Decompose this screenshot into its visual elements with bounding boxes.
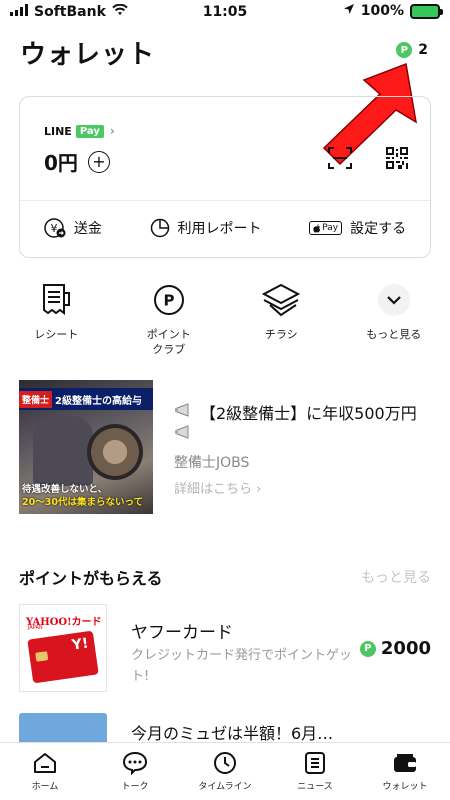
qr-code-icon[interactable] xyxy=(386,147,408,169)
balance-row: 0円 + xyxy=(44,147,110,176)
ad-banner[interactable]: 整備士 2級整備士の高給与 待遇改善しないと、 20～30代は集まらないって 【… xyxy=(19,380,439,520)
ad-sponsor: 整備士JOBS xyxy=(174,455,250,471)
points-section-header: ポイントがもらえる もっと見る xyxy=(19,565,431,588)
svg-text:¥: ¥ xyxy=(50,222,57,235)
offer-description: クレジットカード発行でポイントゲット! xyxy=(131,648,353,684)
line-pay-card: LINE Pay › 0円 + ¥ 送金 利用レポート Pay 設定する xyxy=(19,96,431,258)
tab-home[interactable]: ホーム xyxy=(0,743,90,800)
apple-logo-icon xyxy=(313,223,321,232)
tab-label-timeline: タイムライン xyxy=(198,782,252,792)
offer-name[interactable]: 今月のミュゼは半額！6月… xyxy=(131,720,333,744)
offer-name: ヤフーカード xyxy=(131,623,233,643)
chevron-down-icon xyxy=(377,284,410,316)
tab-label-home: ホーム xyxy=(31,782,59,792)
section-title: ポイントがもらえる xyxy=(19,569,163,588)
status-right: 100% xyxy=(343,3,443,19)
chat-icon xyxy=(122,751,148,775)
tab-label-news: ニュース xyxy=(297,782,333,792)
line-pay-link[interactable]: LINE Pay › xyxy=(44,124,115,138)
yahoo-card-logo: YAHOO!カード JAPAN Y! xyxy=(19,604,107,692)
page-title: ウォレット xyxy=(20,40,156,70)
news-icon xyxy=(305,752,325,774)
point-icon: P xyxy=(396,42,413,58)
quick-menu: レシート P ポイント クラブ チラシ もっと見る xyxy=(0,282,450,362)
location-icon xyxy=(343,3,355,19)
quick-item-point-club[interactable]: P ポイント クラブ xyxy=(113,282,226,362)
battery-percent: 100% xyxy=(360,3,404,19)
points-chip[interactable]: P 2 xyxy=(396,42,428,58)
yen-transfer-icon: ¥ xyxy=(44,218,66,238)
yahoo-card-logo-sub: JAPAN xyxy=(28,625,43,631)
offer-points-value: 2000 xyxy=(380,638,431,659)
send-money-button[interactable]: ¥ 送金 xyxy=(44,217,102,239)
home-icon xyxy=(34,753,56,773)
offer-item[interactable]: YAHOO!カード JAPAN Y! ヤフーカード クレジットカード発行でポイン… xyxy=(19,604,431,694)
worker-figure xyxy=(33,416,93,486)
tab-news[interactable]: ニュース xyxy=(270,743,360,800)
tab-bar: ホーム トーク タイムライン ニュース ウォレット xyxy=(0,742,450,800)
credit-card-icon: Y! xyxy=(27,630,99,684)
line-pay-brand: LINE xyxy=(44,124,72,138)
quick-item-more[interactable]: もっと見る xyxy=(338,282,450,362)
ad-thumb-caption: 待遇改善しないと、 20～30代は集まらないって xyxy=(19,484,153,510)
pay-tag: Pay xyxy=(75,124,104,138)
points-count: 2 xyxy=(418,42,428,58)
quick-item-flyer[interactable]: チラシ xyxy=(225,282,338,362)
quick-label-flyer: チラシ xyxy=(264,328,298,341)
brake-disc-figure xyxy=(87,424,143,480)
balance-amount: 0円 xyxy=(44,151,78,175)
clock-icon xyxy=(214,752,236,774)
quick-label-more: もっと見る xyxy=(366,328,422,341)
ad-thumb-tag: 整備士 xyxy=(19,390,53,408)
usage-report-button[interactable]: 利用レポート xyxy=(150,218,262,238)
tab-talk[interactable]: トーク xyxy=(90,743,180,800)
usage-report-label: 利用レポート xyxy=(177,221,262,237)
quick-label-point-club: ポイント クラブ xyxy=(146,328,191,356)
apple-pay-settings-button[interactable]: Pay 設定する xyxy=(309,218,406,238)
scan-icon[interactable] xyxy=(328,147,352,169)
status-bar: SoftBank 11:05 100% xyxy=(0,0,450,26)
ad-thumb-banner-text: 2級整備士の高給与 xyxy=(55,395,142,407)
see-more-link[interactable]: もっと見る xyxy=(361,567,431,587)
quick-item-receipt[interactable]: レシート xyxy=(0,282,113,362)
svg-text:P: P xyxy=(163,292,174,310)
apple-pay-icon: Pay xyxy=(309,221,343,235)
ad-thumb-banner: 整備士 2級整備士の高給与 xyxy=(19,388,153,410)
apple-pay-settings-label: 設定する xyxy=(350,221,407,237)
charge-plus-button[interactable]: + xyxy=(87,150,110,173)
tab-timeline[interactable]: タイムライン xyxy=(180,743,270,800)
megaphone-icon xyxy=(175,403,189,439)
flyer-icon xyxy=(262,283,301,317)
ad-thumb-caption-1: 待遇改善しないと、 xyxy=(22,484,108,496)
pay-actions: ¥ 送金 利用レポート Pay 設定する xyxy=(20,213,430,243)
ad-title-text: 【2級整備士】に年収500万円 xyxy=(200,404,417,423)
tab-label-wallet: ウォレット xyxy=(382,782,428,792)
battery-icon xyxy=(410,3,443,19)
ad-details-link[interactable]: 詳細はこちら › xyxy=(174,478,261,497)
ad-thumb-caption-2: 20～30代は集まらないって xyxy=(22,497,143,509)
ad-thumbnail[interactable]: 整備士 2級整備士の高給与 待遇改善しないと、 20～30代は集まらないって xyxy=(19,380,153,514)
point-icon: P xyxy=(359,640,376,657)
send-money-label: 送金 xyxy=(73,221,102,237)
ad-title[interactable]: 【2級整備士】に年収500万円 xyxy=(174,402,434,442)
wallet-icon xyxy=(394,754,416,772)
offer-points: P 2000 xyxy=(359,638,431,659)
quick-label-receipt: レシート xyxy=(34,328,79,341)
receipt-icon xyxy=(43,284,71,315)
chevron-right-icon: › xyxy=(109,124,115,138)
tab-wallet[interactable]: ウォレット xyxy=(360,743,450,800)
card-divider xyxy=(20,200,430,201)
apple-pay-badge-text: Pay xyxy=(322,223,339,233)
point-club-icon: P xyxy=(153,285,184,315)
tab-label-talk: トーク xyxy=(121,782,149,792)
pie-chart-icon xyxy=(150,218,169,238)
offer-thumbnail[interactable] xyxy=(19,713,107,743)
